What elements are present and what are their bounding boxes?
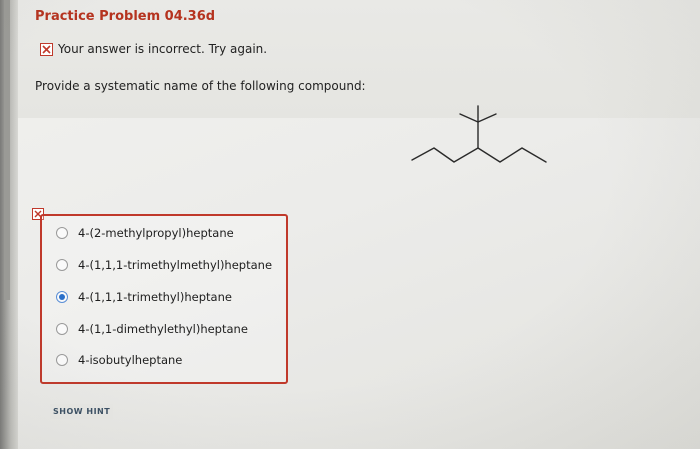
skeletal-structure-drawing (411, 105, 547, 163)
problem-title: Practice Problem 04.36d (35, 9, 216, 24)
radio-button[interactable] (56, 323, 68, 335)
show-hint-button[interactable]: SHOW HINT (50, 404, 114, 419)
sidebar-scrollbar[interactable] (4, 0, 10, 300)
choice-label: 4-(2-methylpropyl)heptane (78, 226, 234, 240)
choice-option-3[interactable]: 4-(1,1,1-trimethyl)heptane (56, 290, 232, 304)
answer-choices-box: 4-(2-methylpropyl)heptane 4-(1,1,1-trime… (40, 214, 288, 384)
choice-label: 4-(1,1-dimethylethyl)heptane (78, 322, 248, 336)
choice-option-4[interactable]: 4-(1,1-dimethylethyl)heptane (56, 322, 248, 336)
feedback-text: Your answer is incorrect. Try again. (58, 42, 268, 56)
choice-label: 4-isobutylheptane (78, 353, 183, 367)
question-prompt: Provide a systematic name of the followi… (35, 79, 366, 93)
choice-label: 4-(1,1,1-trimethyl)heptane (78, 290, 232, 304)
choice-option-2[interactable]: 4-(1,1,1-trimethylmethyl)heptane (56, 258, 272, 272)
heptane-chain (411, 147, 547, 163)
radio-button[interactable] (56, 354, 68, 366)
radio-button-selected[interactable] (56, 291, 68, 303)
choice-option-1[interactable]: 4-(2-methylpropyl)heptane (56, 226, 234, 240)
problem-page: Practice Problem 04.36d Your answer is i… (18, 0, 700, 449)
feedback-row: Your answer is incorrect. Try again. (40, 42, 267, 56)
choice-label: 4-(1,1,1-trimethylmethyl)heptane (78, 258, 273, 272)
choice-option-5[interactable]: 4-isobutylheptane (56, 353, 182, 367)
radio-button[interactable] (56, 259, 68, 271)
left-sidebar-edge (0, 0, 18, 449)
radio-button[interactable] (56, 227, 68, 239)
methyl-bond-left (459, 113, 479, 123)
methyl-bond-right (477, 113, 497, 123)
incorrect-x-icon (40, 42, 53, 56)
